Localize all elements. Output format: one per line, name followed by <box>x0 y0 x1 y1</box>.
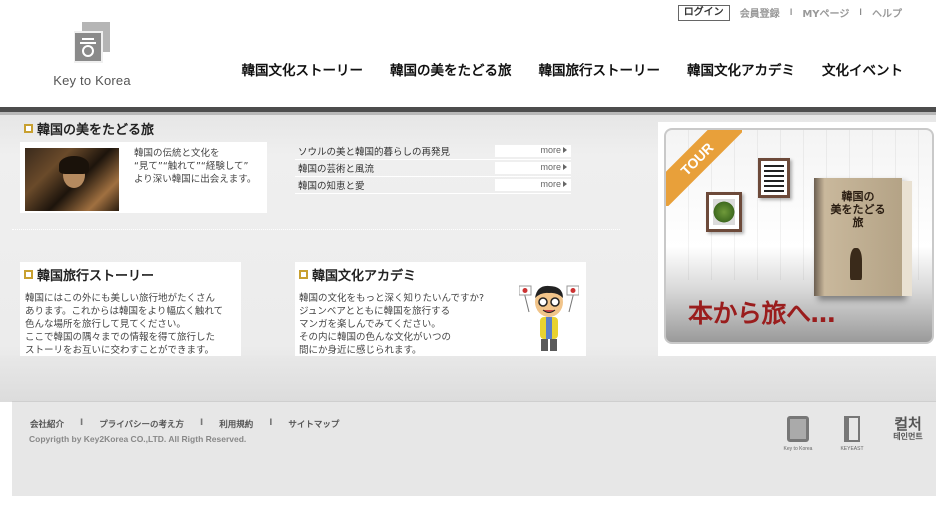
more-link[interactable]: more <box>540 162 567 172</box>
utility-nav: ログイン 会員登録 I MYページ I ヘルプ <box>677 4 902 21</box>
square-bullet-icon <box>24 270 33 279</box>
key-to-korea-logo-icon <box>787 416 809 442</box>
thumbnail-hair <box>59 156 89 174</box>
travel-link-list: ソウルの美と韓国的暮らしの再発見 more 韓国の芸術と風流 more 韓国の知… <box>295 143 571 194</box>
academy-section-title[interactable]: 韓国文化アカデミ <box>299 265 416 284</box>
global-nav: 韓国文化ストーリー 韓国の美をたどる旅 韓国旅行ストーリー 韓国文化アカデミ 文… <box>215 59 904 79</box>
calligraphy-image <box>764 164 784 192</box>
hanging-calligraphy-frame <box>758 158 790 198</box>
partner-logo-keyeast[interactable]: KEYEAST <box>834 416 870 452</box>
list-item-label[interactable]: ソウルの美と韓国的暮らしの再発見 <box>295 144 450 158</box>
story-section-title[interactable]: 韓国旅行ストーリー <box>24 265 154 284</box>
footer-spacer <box>0 356 936 402</box>
story-section-label: 韓国旅行ストーリー <box>37 269 155 284</box>
footer-separator: I <box>269 418 273 428</box>
culture-logo-bottom: 테인먼트 <box>893 432 923 441</box>
food-photo-image <box>713 199 735 225</box>
util-separator: I <box>789 7 793 18</box>
travel-story-card[interactable]: 韓国旅行ストーリー 韓国にはこの外にも美しい旅行地がたくさん あります。これから… <box>20 262 241 357</box>
banner-frame: TOUR 韓国の 美をたどる 旅 本から旅へ… <box>664 128 934 344</box>
login-button[interactable]: ログイン <box>677 4 730 21</box>
footer-link-company[interactable]: 会社紹介 <box>30 418 64 430</box>
footer-separator: I <box>80 418 84 428</box>
section-divider <box>12 229 620 230</box>
logo-text: Key to Korea <box>53 73 131 88</box>
util-separator: I <box>859 7 862 18</box>
key-to-korea-logo-icon <box>74 22 110 63</box>
list-item[interactable]: 韓国の芸術と風流 more <box>295 160 571 177</box>
nav-beauty-journey[interactable]: 韓国の美をたどる旅 <box>390 59 512 79</box>
travel-thumbnail[interactable] <box>25 148 119 211</box>
list-item[interactable]: ソウルの美と韓国的暮らしの再発見 more <box>295 143 571 160</box>
banner-caption: 本から旅へ… <box>688 299 836 328</box>
hanging-photo-frame <box>706 192 742 232</box>
keyeast-logo-icon <box>844 416 860 442</box>
nav-culture-academy[interactable]: 韓国文化アカデミ <box>687 59 795 79</box>
tour-banner[interactable]: TOUR 韓国の 美をたどる 旅 本から旅へ… <box>658 122 936 357</box>
partner-logo-key-to-korea[interactable]: Key to Korea <box>778 416 818 452</box>
site-logo[interactable]: Key to Korea <box>44 22 140 92</box>
list-item[interactable]: 韓国の知恵と愛 more <box>295 177 571 194</box>
story-description: 韓国にはこの外にも美しい旅行地がたくさん あります。これからは韓国をより幅広く触… <box>25 293 224 356</box>
partner-logo-label: Key to Korea <box>783 446 813 452</box>
mypage-link[interactable]: MYページ <box>802 5 849 20</box>
copyright-text: Copyrigth by Key2Korea CO.,LTD. All Rigt… <box>29 434 247 444</box>
nav-culture-event[interactable]: 文化イベント <box>822 59 903 79</box>
nav-culture-story[interactable]: 韓国文化ストーリー <box>242 59 364 79</box>
mascot-character-icon <box>519 285 579 351</box>
footer-link-sitemap[interactable]: サイトマップ <box>288 418 339 430</box>
footer-link-terms[interactable]: 利用規約 <box>219 418 253 430</box>
register-link[interactable]: 会員登録 <box>740 5 780 20</box>
book-title: 韓国の 美をたどる 旅 <box>830 190 886 229</box>
more-link[interactable]: more <box>540 179 567 189</box>
list-item-label[interactable]: 韓国の知恵と愛 <box>295 178 365 192</box>
footer-link-privacy[interactable]: プライバシーの考え方 <box>99 418 184 430</box>
square-bullet-icon <box>24 124 33 133</box>
book-spine <box>902 181 912 296</box>
culture-academy-card[interactable]: 韓国文化アカデミ 韓国の文化をもっと深く知りたいんですか? ジュンベアとともに韓… <box>295 262 586 357</box>
book-figure-silhouette <box>850 248 862 280</box>
footer-separator: I <box>200 418 204 428</box>
academy-description: 韓国の文化をもっと深く知りたいんですか? ジュンベアとともに韓国を旅行する マン… <box>299 293 485 356</box>
more-link[interactable]: more <box>540 145 567 155</box>
academy-section-label: 韓国文化アカデミ <box>312 269 417 284</box>
travel-section-label: 韓国の美をたどる旅 <box>37 123 155 138</box>
site-footer: 会社紹介 I プライバシーの考え方 I 利用規約 I サイトマップ Copyri… <box>12 401 936 496</box>
footer-links: 会社紹介 I プライバシーの考え方 I 利用規約 I サイトマップ <box>30 418 339 430</box>
travel-feature-card[interactable]: 韓国の伝統と文化を “見て”“触れて”“経験して” より深い韓国に出会えます。 <box>20 142 267 213</box>
help-link[interactable]: ヘルプ <box>872 5 902 20</box>
partner-logo-label: KEYEAST <box>840 446 864 452</box>
square-bullet-icon <box>299 270 308 279</box>
travel-description: 韓国の伝統と文化を “見て”“触れて”“経験して” より深い韓国に出会えます。 <box>134 148 257 185</box>
list-item-label[interactable]: 韓国の芸術と風流 <box>295 161 374 175</box>
book-cover-image: 韓国の 美をたどる 旅 <box>814 178 912 296</box>
nav-travel-story[interactable]: 韓国旅行ストーリー <box>539 59 661 79</box>
site-header: Key to Korea ログイン 会員登録 I MYページ I ヘルプ 韓国文… <box>0 0 936 107</box>
travel-section-title[interactable]: 韓国の美をたどる旅 <box>24 119 154 138</box>
partner-logo-culture[interactable]: 컬처 테인먼트 <box>886 416 930 442</box>
culture-logo-top: 컬처 <box>894 415 922 433</box>
